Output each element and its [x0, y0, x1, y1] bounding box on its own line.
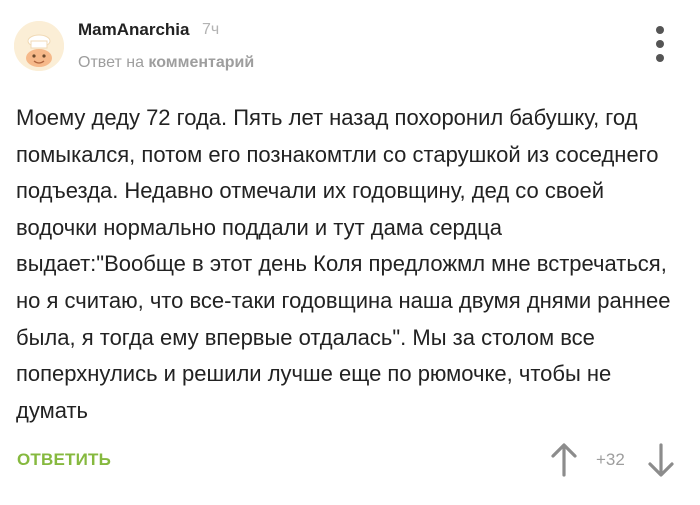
cook-avatar-icon [14, 21, 64, 71]
more-dot [656, 40, 664, 48]
arrow-up-icon[interactable] [549, 442, 579, 478]
avatar[interactable] [14, 21, 64, 71]
comment-text: Моему деду 72 года. Пять лет назад похор… [16, 105, 671, 423]
reply-button[interactable]: ОТВЕТИТЬ [17, 450, 111, 470]
reply-to-prefix: Ответ на [78, 54, 144, 71]
more-dot [656, 54, 664, 62]
reply-to-link[interactable]: комментарий [148, 54, 254, 71]
arrow-down-icon[interactable] [647, 442, 675, 478]
comment-time: 7ч [202, 21, 220, 38]
username[interactable]: MamAnarchia [78, 20, 189, 40]
more-options-icon[interactable] [648, 26, 672, 62]
reply-to-line: Ответ на комментарий [78, 54, 254, 72]
more-dot [656, 26, 664, 34]
rating-value: +32 [596, 450, 625, 469]
